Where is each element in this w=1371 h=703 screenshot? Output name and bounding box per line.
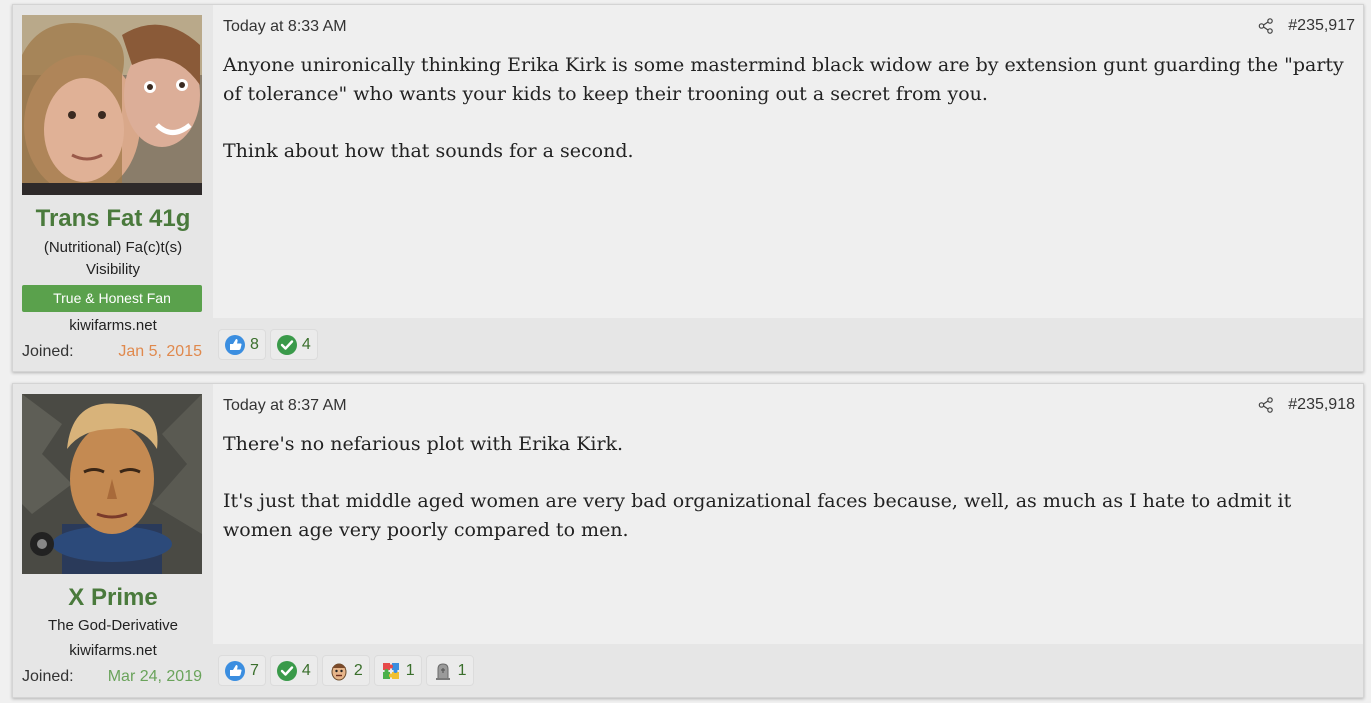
tombstone-icon [435,662,450,680]
reaction-like[interactable]: 7 [218,655,266,686]
reaction-agree[interactable]: 4 [269,655,318,686]
thumbs-up-icon [225,334,245,355]
joined-label: Joined: [22,668,74,685]
joined-date: Mar 24, 2019 [107,668,202,685]
reaction-face[interactable]: 2 [321,655,370,686]
share-icon[interactable] [1258,397,1274,413]
reaction-agree[interactable]: 4 [269,329,318,360]
joined-date: Jan 5, 2015 [118,343,202,360]
user-title: (Nutritional) Fa(c)t(s) [43,239,183,256]
joined-row: Joined: Mar 24, 2019 [22,668,202,686]
reactions-bar: 7 4 2 1 1 [213,644,1363,697]
face-icon [331,663,347,680]
post-timestamp[interactable]: Today at 8:37 AM [223,397,347,415]
message-paragraph: It's just that middle aged women are ver… [223,490,1292,541]
reaction-tombstone[interactable]: 1 [425,655,474,686]
post-actions: #235,917 [1258,17,1355,35]
post-timestamp[interactable]: Today at 8:33 AM [223,18,347,36]
puzzle-icon [382,662,399,679]
joined-label: Joined: [22,343,74,360]
share-icon[interactable] [1258,18,1274,34]
user-title: The God-Derivative [47,617,179,634]
reaction-like[interactable]: 8 [218,329,266,360]
post: Trans Fat 41g (Nutritional) Fa(c)t(s) Vi… [12,4,1364,372]
avatar[interactable] [22,394,202,574]
user-title-line-2: Visibility [86,261,140,278]
post-number[interactable]: #235,918 [1288,396,1355,414]
post-content: Today at 8:33 AM #235,917 Anyone unironi… [213,5,1363,371]
reaction-puzzle[interactable]: 1 [373,655,422,686]
reactions-bar: 8 4 [213,318,1363,371]
username[interactable]: Trans Fat 41g [13,205,213,233]
post-message: There's no nefarious plot with Erika Kir… [223,430,1349,573]
reaction-count: 4 [301,335,311,353]
check-mark-icon [276,334,297,355]
check-mark-icon [276,660,297,681]
post-actions: #235,918 [1258,396,1355,414]
post: X Prime The God-Derivative kiwifarms.net… [12,383,1364,698]
reaction-count: 4 [301,661,311,679]
message-paragraph: Think about how that sounds for a second… [223,140,634,162]
message-paragraph: There's no nefarious plot with Erika Kir… [223,433,624,455]
user-site: kiwifarms.net [69,317,157,334]
joined-row: Joined: Jan 5, 2015 [22,343,202,361]
reaction-count: 1 [457,661,467,679]
message-paragraph: Anyone unironically thinking Erika Kirk … [223,54,1344,105]
username[interactable]: X Prime [13,584,213,612]
post-number[interactable]: #235,917 [1288,17,1355,35]
reaction-count: 1 [405,661,415,679]
user-info: X Prime The God-Derivative kiwifarms.net… [13,384,213,697]
reaction-count: 8 [250,335,259,353]
user-info: Trans Fat 41g (Nutritional) Fa(c)t(s) Vi… [13,5,213,371]
post-message: Anyone unironically thinking Erika Kirk … [223,51,1349,194]
thumbs-up-icon [225,660,245,681]
post-content: Today at 8:37 AM #235,918 There's no nef… [213,384,1363,697]
reaction-count: 2 [353,661,363,679]
user-banner: True & Honest Fan [22,285,202,312]
user-site: kiwifarms.net [69,642,157,659]
avatar[interactable] [22,15,202,195]
reaction-count: 7 [250,661,259,679]
